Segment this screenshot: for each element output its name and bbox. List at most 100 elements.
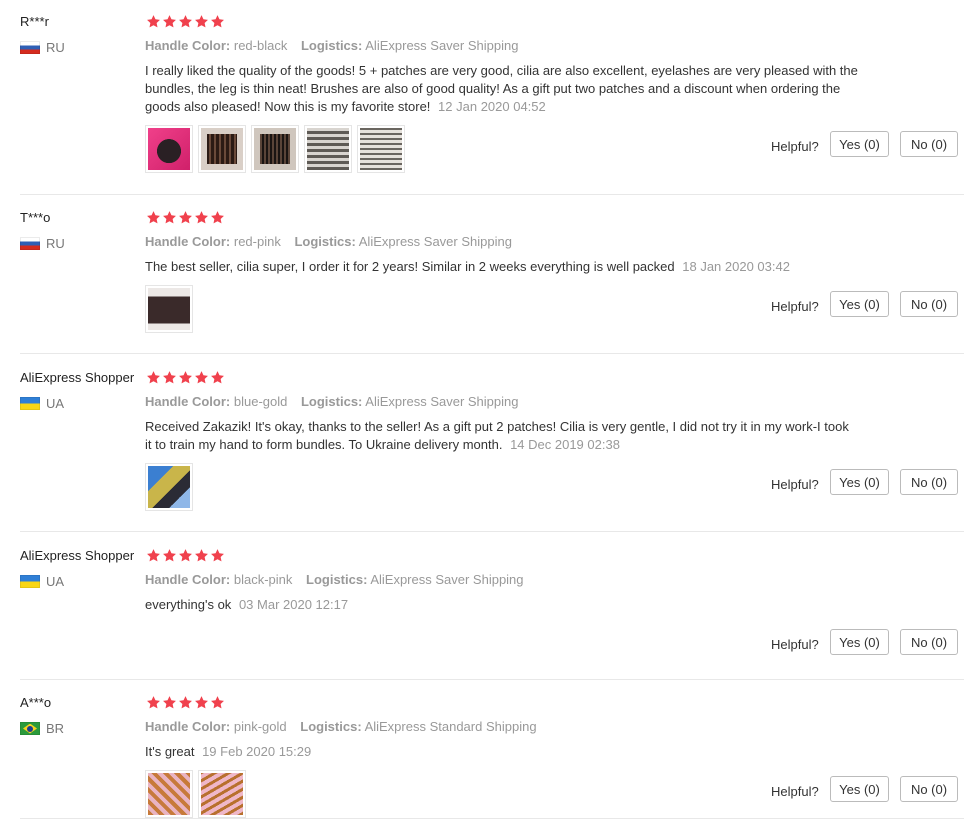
flag-br-icon	[20, 722, 40, 735]
review-text: It's great 19 Feb 2020 15:29	[145, 743, 875, 761]
helpful-no-button[interactable]: No (0)	[900, 131, 958, 157]
review-text: Received Zakazik! It's okay, thanks to t…	[145, 418, 850, 454]
review-date: 14 Dec 2019 02:38	[510, 437, 620, 452]
review-meta: Handle Color: blue-gold Logistics: AliEx…	[145, 394, 519, 409]
country-code: UA	[46, 396, 65, 411]
tweezers-photo	[201, 773, 243, 815]
star-rating	[146, 210, 225, 225]
star-icon	[210, 548, 225, 563]
handle-color-value: blue-gold	[233, 394, 288, 409]
star-rating	[146, 14, 225, 29]
flag-ru-icon	[20, 41, 40, 54]
handle-color-value: red-pink	[233, 234, 281, 249]
review-photo-thumbnail[interactable]	[145, 770, 193, 818]
star-icon	[178, 695, 193, 710]
star-icon	[178, 548, 193, 563]
helpful-label: Helpful?	[771, 139, 819, 154]
star-icon	[178, 14, 193, 29]
review-divider	[20, 679, 964, 680]
review-photo-thumbnail[interactable]	[304, 125, 352, 173]
review-body: The best seller, cilia super, I order it…	[145, 259, 675, 274]
helpful-label: Helpful?	[771, 477, 819, 492]
country-code: BR	[46, 721, 65, 736]
helpful-no-button[interactable]: No (0)	[900, 291, 958, 317]
star-icon	[146, 695, 161, 710]
helpful-yes-button[interactable]: Yes (0)	[830, 291, 889, 317]
handle-color-label: Handle Color:	[145, 572, 231, 587]
review-photo-thumbnail[interactable]	[198, 125, 246, 173]
handle-color-label: Handle Color:	[145, 234, 231, 249]
review-body: It's great	[145, 744, 195, 759]
star-icon	[146, 548, 161, 563]
helpful-yes-button[interactable]: Yes (0)	[830, 131, 889, 157]
package-photo	[148, 288, 190, 330]
logistics-label: Logistics:	[294, 234, 356, 249]
flag-ua-icon	[20, 575, 40, 588]
star-icon	[194, 14, 209, 29]
star-icon	[146, 14, 161, 29]
lash-tray-photo	[254, 128, 296, 170]
star-icon	[194, 210, 209, 225]
reviewer-country: UA	[20, 396, 64, 411]
review-photo-thumbnail[interactable]	[357, 125, 405, 173]
handle-color-value: red-black	[233, 38, 288, 53]
review-body: Received Zakazik! It's okay, thanks to t…	[145, 419, 849, 452]
star-icon	[162, 210, 177, 225]
review-date: 19 Feb 2020 15:29	[202, 744, 312, 759]
logistics-label: Logistics:	[300, 38, 363, 53]
review-date: 18 Jan 2020 03:42	[682, 259, 790, 274]
star-icon	[146, 210, 161, 225]
helpful-yes-button[interactable]: Yes (0)	[830, 469, 889, 495]
flag-ru-icon	[20, 237, 40, 250]
helpful-no-button[interactable]: No (0)	[900, 629, 958, 655]
star-icon	[210, 695, 225, 710]
reviewer-country: RU	[20, 236, 65, 251]
helpful-yes-button[interactable]: Yes (0)	[830, 776, 889, 802]
review-date: 03 Mar 2020 12:17	[238, 597, 349, 612]
review-photos	[145, 125, 405, 173]
star-icon	[194, 548, 209, 563]
star-icon	[210, 370, 225, 385]
star-icon	[162, 370, 177, 385]
star-icon	[210, 210, 225, 225]
review-meta: Handle Color: red-pink Logistics: AliExp…	[145, 234, 512, 249]
pink-pad-photo	[148, 128, 190, 170]
logistics-label: Logistics:	[300, 394, 363, 409]
review-photos	[145, 770, 246, 818]
review-divider	[20, 353, 964, 354]
helpful-label: Helpful?	[771, 637, 819, 652]
review-meta: Handle Color: red-black Logistics: AliEx…	[145, 38, 518, 53]
review-photo-thumbnail[interactable]	[198, 770, 246, 818]
country-code: RU	[46, 40, 65, 55]
logistics-label: Logistics:	[306, 572, 368, 587]
review-divider	[20, 818, 964, 819]
country-code: UA	[46, 574, 65, 589]
star-icon	[178, 210, 193, 225]
reviewer-country: RU	[20, 40, 65, 55]
logistics-value: AliExpress Saver Shipping	[358, 234, 512, 249]
lash-tray-photo	[201, 128, 243, 170]
review-photo-thumbnail[interactable]	[145, 463, 193, 511]
review-divider	[20, 194, 964, 195]
review-photo-thumbnail[interactable]	[251, 125, 299, 173]
star-rating	[146, 370, 225, 385]
helpful-no-button[interactable]: No (0)	[900, 776, 958, 802]
logistics-label: Logistics:	[300, 719, 362, 734]
logistics-value: AliExpress Saver Shipping	[365, 38, 519, 53]
helpful-label: Helpful?	[771, 784, 819, 799]
reviewer-name: T***o	[20, 210, 51, 225]
review-photos	[145, 463, 193, 511]
helpful-no-button[interactable]: No (0)	[900, 469, 958, 495]
country-code: RU	[46, 236, 65, 251]
helpful-label: Helpful?	[771, 299, 819, 314]
handle-color-label: Handle Color:	[145, 38, 231, 53]
review-photo-thumbnail[interactable]	[145, 285, 193, 333]
handle-color-label: Handle Color:	[145, 719, 231, 734]
helpful-yes-button[interactable]: Yes (0)	[830, 629, 889, 655]
product-photo	[148, 466, 190, 508]
star-icon	[162, 548, 177, 563]
review-photo-thumbnail[interactable]	[145, 125, 193, 173]
star-icon	[210, 14, 225, 29]
reviewer-name: R***r	[20, 14, 49, 29]
star-rating	[146, 695, 225, 710]
